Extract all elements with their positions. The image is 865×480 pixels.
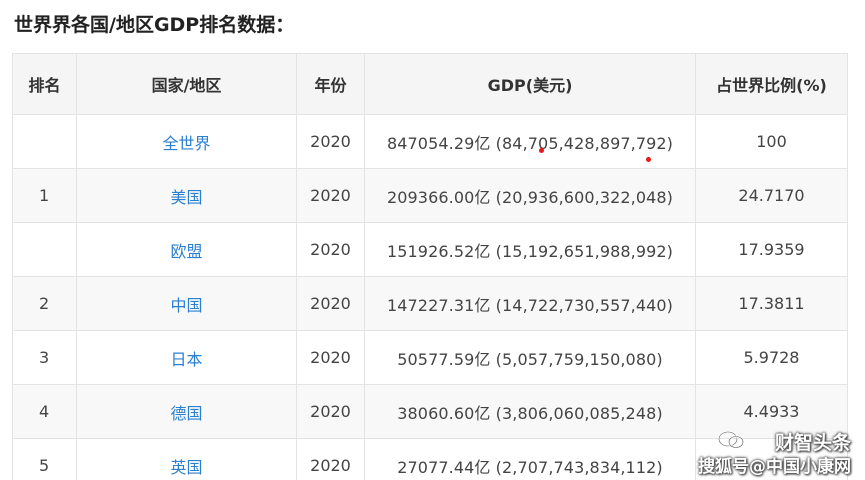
- country-link[interactable]: 全世界: [162, 134, 210, 153]
- country-link[interactable]: 日本: [170, 350, 202, 369]
- header-country: 国家/地区: [76, 53, 297, 115]
- page-title: 世界界各国/地区GDP排名数据：: [14, 14, 295, 36]
- red-mark-dot: [539, 148, 544, 153]
- year-cell: 2020: [296, 114, 365, 169]
- country-cell: 全世界: [76, 114, 297, 169]
- rank-cell: 2: [12, 276, 77, 331]
- country-link[interactable]: 中国: [170, 296, 202, 315]
- gdp-cell: 151926.52亿 (15,192,651,988,992): [364, 222, 696, 277]
- country-cell: 美国: [76, 168, 297, 223]
- country-link[interactable]: 美国: [170, 188, 202, 207]
- country-cell: 中国: [76, 276, 297, 331]
- gdp-ranking-table: 排名 国家/地区 年份 GDP(美元) 占世界比例(%) 全世界 2020 84…: [12, 53, 848, 480]
- year-cell: 2020: [296, 384, 365, 439]
- country-link[interactable]: 英国: [170, 458, 202, 477]
- gdp-cell: 209366.00亿 (20,936,600,322,048): [364, 168, 696, 223]
- gdp-cell: 38060.60亿 (3,806,060,085,248): [364, 384, 696, 439]
- country-link[interactable]: 德国: [170, 404, 202, 423]
- country-cell: 欧盟: [76, 222, 297, 277]
- gdp-cell: 50577.59亿 (5,057,759,150,080): [364, 330, 696, 385]
- page: 世界界各国/地区GDP排名数据： 排名 国家/地区 年份 GDP(美元) 占世界…: [0, 0, 865, 480]
- table-row: 2 中国 2020 147227.31亿 (14,722,730,557,440…: [12, 276, 848, 331]
- country-cell: 日本: [76, 330, 297, 385]
- share-cell: 17.3811: [695, 276, 848, 331]
- header-year: 年份: [296, 53, 365, 115]
- year-cell: 2020: [296, 168, 365, 223]
- watermark-brand: 财智头条: [774, 432, 851, 454]
- rank-cell: 4: [12, 384, 77, 439]
- rank-cell: 5: [12, 438, 77, 480]
- header-rank: 排名: [12, 53, 77, 115]
- table-header-row: 排名 国家/地区 年份 GDP(美元) 占世界比例(%): [12, 53, 848, 115]
- rank-cell: [12, 222, 77, 277]
- year-cell: 2020: [296, 330, 365, 385]
- country-cell: 德国: [76, 384, 297, 439]
- year-cell: 2020: [296, 438, 365, 480]
- share-cell: 100: [695, 114, 848, 169]
- table-row: 3 日本 2020 50577.59亿 (5,057,759,150,080) …: [12, 330, 848, 385]
- year-cell: 2020: [296, 276, 365, 331]
- rank-cell: 1: [12, 168, 77, 223]
- share-cell: 17.9359: [695, 222, 848, 277]
- table-row: 欧盟 2020 151926.52亿 (15,192,651,988,992) …: [12, 222, 848, 277]
- wechat-icon: [718, 431, 744, 449]
- watermark-source: 搜狐号@中国小康网: [698, 457, 851, 477]
- header-gdp: GDP(美元): [364, 53, 696, 115]
- gdp-cell: 27077.44亿 (2,707,743,834,112): [364, 438, 696, 480]
- header-share: 占世界比例(%): [695, 53, 848, 115]
- table-row: 1 美国 2020 209366.00亿 (20,936,600,322,048…: [12, 168, 848, 223]
- rank-cell: 3: [12, 330, 77, 385]
- share-cell: 5.9728: [695, 330, 848, 385]
- red-mark-dot: [646, 157, 651, 162]
- gdp-cell: 147227.31亿 (14,722,730,557,440): [364, 276, 696, 331]
- share-cell: 24.7170: [695, 168, 848, 223]
- country-cell: 英国: [76, 438, 297, 480]
- table-row: 全世界 2020 847054.29亿 (84,705,428,897,792)…: [12, 114, 848, 169]
- rank-cell: [12, 114, 77, 169]
- country-link[interactable]: 欧盟: [170, 242, 202, 261]
- year-cell: 2020: [296, 222, 365, 277]
